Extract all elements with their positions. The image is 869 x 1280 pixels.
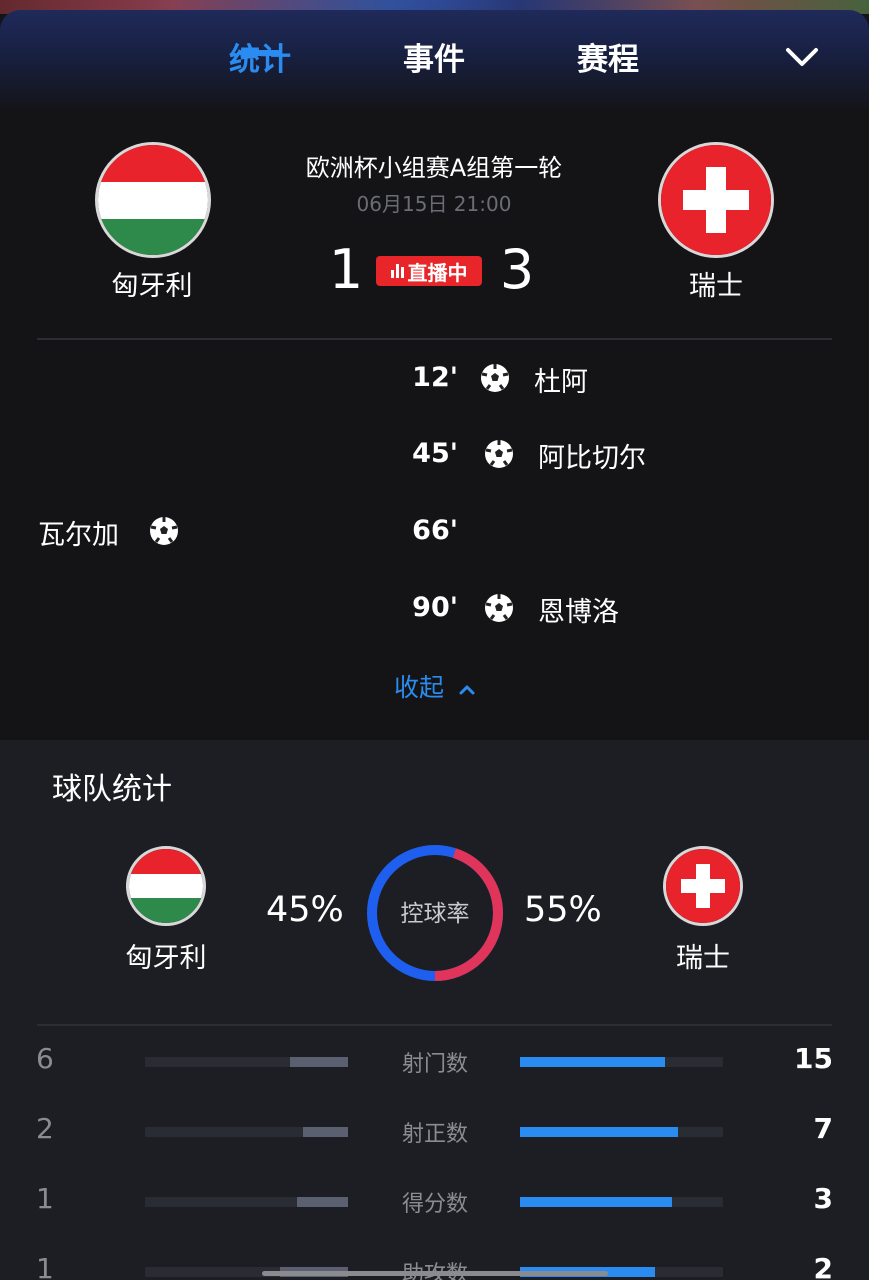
- tab-bar: 统计 事件 赛程: [0, 30, 869, 90]
- home-stat-fill: [297, 1197, 348, 1207]
- away-stat-bar: [520, 1057, 723, 1067]
- tab-stats[interactable]: 统计: [200, 34, 320, 79]
- stat-row: 1 得分数 3: [0, 1182, 869, 1222]
- home-stat-bar: [145, 1197, 348, 1207]
- chevron-up-icon: [459, 685, 475, 695]
- live-badge: 直播中: [376, 256, 482, 286]
- away-stat-fill: [520, 1057, 665, 1067]
- stat-label: 射门数: [401, 1052, 468, 1077]
- tab-schedule[interactable]: 赛程: [548, 34, 668, 79]
- event-row: 12' 杜阿: [0, 358, 869, 398]
- active-tab-indicator: [239, 50, 281, 56]
- away-score: 3: [499, 238, 535, 301]
- section-title: 球队统计: [52, 772, 172, 807]
- home-stat-value: 2: [36, 1112, 54, 1145]
- away-stat-value: 15: [794, 1042, 833, 1075]
- home-team-name: 匈牙利: [111, 271, 193, 302]
- match-datetime: 06月15日 21:00: [356, 192, 512, 216]
- stat-row: 6 射门数 15: [0, 1042, 869, 1082]
- event-row: 45' 阿比切尔: [0, 434, 869, 474]
- event-row: 瓦尔加 66': [0, 511, 869, 551]
- away-team-name: 瑞士: [689, 271, 743, 302]
- hungary-flag-icon: [95, 142, 211, 258]
- stat-row: 2 射正数 7: [0, 1112, 869, 1152]
- live-bars-icon: [390, 264, 404, 278]
- home-possession: 45%: [266, 890, 344, 930]
- event-player: 阿比切尔: [538, 443, 646, 474]
- stat-label: 得分数: [401, 1192, 468, 1217]
- away-stat-bar: [520, 1127, 723, 1137]
- home-stat-fill: [302, 1127, 348, 1137]
- possession-label: 控球率: [400, 901, 470, 927]
- stat-label: 助攻数: [370, 1256, 500, 1280]
- away-stat-value: 7: [813, 1112, 833, 1145]
- away-stat-value: 2: [813, 1252, 833, 1280]
- home-stat-bar: [145, 1127, 348, 1137]
- away-team-name: 瑞士: [676, 943, 730, 974]
- away-stat-fill: [520, 1127, 678, 1137]
- event-minute: 66': [412, 515, 458, 546]
- switzerland-flag-icon: [658, 142, 774, 258]
- home-team-name: 匈牙利: [125, 943, 207, 974]
- soccer-ball-icon: [485, 440, 513, 468]
- away-stat-value: 3: [813, 1182, 833, 1215]
- home-stat-value: 6: [36, 1042, 54, 1075]
- soccer-ball-icon: [485, 594, 513, 622]
- event-player: 杜阿: [534, 367, 588, 398]
- event-minute: 12': [412, 362, 458, 393]
- competition-title: 欧洲杯小组赛A组第一轮: [305, 154, 563, 182]
- soccer-ball-icon: [481, 364, 509, 392]
- divider: [37, 1024, 832, 1026]
- switzerland-flag-icon: [663, 846, 743, 926]
- event-minute: 45': [412, 438, 458, 469]
- home-stat-fill: [290, 1057, 348, 1067]
- chevron-down-icon[interactable]: [784, 40, 820, 76]
- tab-events[interactable]: 事件: [374, 34, 494, 79]
- collapse-button[interactable]: 收起: [360, 668, 510, 704]
- away-stat-bar: [520, 1197, 723, 1207]
- home-score: 1: [328, 238, 364, 301]
- home-stat-value: 1: [36, 1252, 54, 1280]
- event-player: 恩博洛: [538, 597, 619, 628]
- home-stat-value: 1: [36, 1182, 54, 1215]
- hungary-flag-icon: [126, 846, 206, 926]
- divider: [37, 338, 832, 340]
- away-possession: 55%: [524, 890, 602, 930]
- home-stat-bar: [145, 1057, 348, 1067]
- event-row: 90' 恩博洛: [0, 588, 869, 628]
- event-minute: 90': [412, 592, 458, 623]
- stat-label: 射正数: [401, 1122, 468, 1147]
- home-indicator[interactable]: [262, 1271, 608, 1276]
- event-player: 瓦尔加: [38, 520, 119, 551]
- away-stat-fill: [520, 1197, 673, 1207]
- soccer-ball-icon: [150, 517, 178, 545]
- live-status-text: 直播中: [407, 260, 468, 285]
- collapse-label: 收起: [394, 673, 445, 702]
